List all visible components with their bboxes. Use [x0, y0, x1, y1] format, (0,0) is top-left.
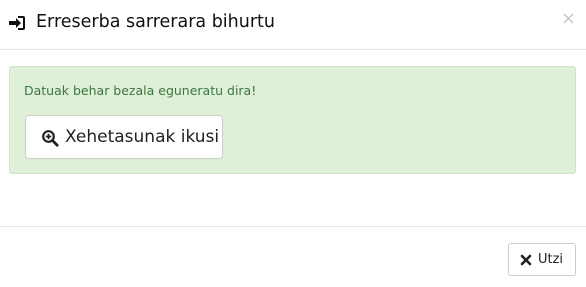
modal-header: Erreserba sarrerara bihurtu ×: [0, 0, 586, 50]
zoom-in-icon: [42, 130, 59, 147]
sign-in-icon: [9, 16, 25, 30]
modal-title: Erreserba sarrerara bihurtu: [36, 12, 276, 32]
close-icon: [520, 254, 532, 266]
close-x-button[interactable]: ×: [561, 9, 576, 29]
modal-footer: Utzi: [0, 226, 586, 287]
success-alert: Datuak behar bezala eguneratu dira! Xehe…: [9, 66, 576, 174]
view-details-label: Xehetasunak ikusi: [65, 127, 220, 147]
view-details-button[interactable]: Xehetasunak ikusi: [25, 115, 223, 159]
cancel-button[interactable]: Utzi: [508, 243, 576, 276]
alert-message: Datuak behar bezala eguneratu dira!: [24, 83, 257, 98]
modal-dialog: Erreserba sarrerara bihurtu × Datuak beh…: [0, 0, 586, 287]
modal-body: Datuak behar bezala eguneratu dira! Xehe…: [0, 50, 586, 226]
cancel-label: Utzi: [538, 252, 564, 267]
